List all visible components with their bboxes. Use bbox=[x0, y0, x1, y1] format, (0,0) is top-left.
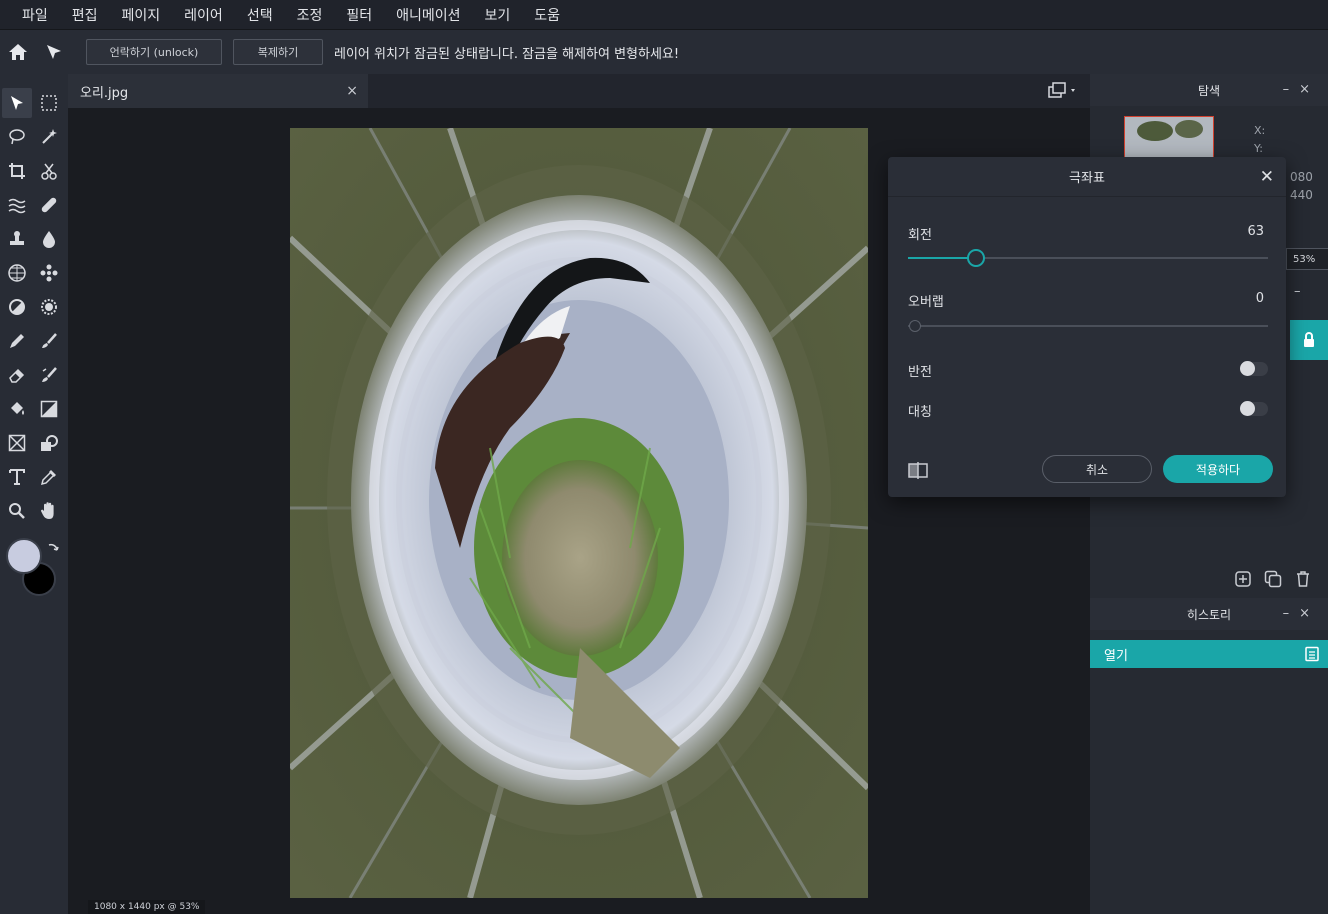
navigator-zoom-value: 53% bbox=[1293, 253, 1316, 265]
stamp-tool-icon[interactable] bbox=[2, 224, 32, 254]
options-toolbar: 언락하기 (unlock) 복제하기 레이어 위치가 잠금된 상태랍니다. 잠금… bbox=[0, 30, 1328, 74]
overlap-slider-handle[interactable] bbox=[909, 320, 921, 332]
invert-toggle[interactable] bbox=[1240, 361, 1268, 376]
invert-label: 반전 bbox=[908, 365, 932, 380]
document-tab-bar: 오리.jpg × bbox=[68, 74, 1090, 108]
dialog-close-icon[interactable]: ✕ bbox=[1260, 167, 1274, 187]
duplicate-layer-icon[interactable] bbox=[1264, 570, 1282, 592]
pencil-tool-icon[interactable] bbox=[2, 326, 32, 356]
liquify-tool-icon[interactable] bbox=[2, 190, 32, 220]
pattern-tool-icon[interactable] bbox=[2, 258, 32, 288]
blur-drop-tool-icon[interactable] bbox=[34, 224, 64, 254]
close-tab-icon[interactable]: × bbox=[346, 83, 358, 99]
sponge-tool-icon[interactable] bbox=[34, 292, 64, 322]
menu-edit[interactable]: 편집 bbox=[72, 5, 98, 25]
navigator-x-label: X: bbox=[1254, 124, 1266, 137]
layer-lock-button[interactable] bbox=[1290, 320, 1328, 360]
menu-filter[interactable]: 필터 bbox=[346, 5, 372, 25]
move-arrow-icon[interactable] bbox=[36, 30, 72, 74]
history-title: 히스토리 bbox=[1186, 607, 1232, 622]
add-layer-icon[interactable] bbox=[1234, 570, 1252, 592]
rotation-slider-fill bbox=[908, 257, 977, 259]
history-document-icon bbox=[1304, 646, 1320, 666]
document-tab[interactable]: 오리.jpg × bbox=[68, 74, 368, 108]
symmetry-toggle[interactable] bbox=[1240, 401, 1268, 416]
overlap-slider-track[interactable] bbox=[908, 325, 1268, 327]
history-item[interactable]: 열기 bbox=[1090, 640, 1328, 668]
history-panel-header: 히스토리 –× bbox=[1090, 598, 1328, 630]
apply-button[interactable]: 적용하다 bbox=[1163, 455, 1273, 483]
navigator-zoom-field[interactable]: 53% bbox=[1286, 248, 1328, 270]
menu-adjust[interactable]: 조정 bbox=[297, 5, 323, 25]
navigator-height-value: 440 bbox=[1290, 188, 1313, 202]
navigator-thumbnail[interactable] bbox=[1124, 116, 1214, 158]
unlock-button[interactable]: 언락하기 (unlock) bbox=[86, 39, 222, 65]
menu-help[interactable]: 도움 bbox=[534, 5, 560, 25]
rotation-label: 회전 bbox=[908, 228, 932, 243]
dots-tool-icon[interactable] bbox=[34, 258, 64, 288]
polar-coordinates-dialog: 극좌표 ✕ 회전 63 오버랩 0 반전 대칭 취소 적용하다 bbox=[888, 157, 1286, 497]
bandage-tool-icon[interactable] bbox=[34, 190, 64, 220]
panel-controls-icon[interactable]: –× bbox=[1283, 82, 1320, 97]
tools-panel bbox=[0, 74, 68, 914]
brush-tool-icon[interactable] bbox=[34, 326, 64, 356]
delete-layer-icon[interactable] bbox=[1294, 570, 1312, 592]
overlap-label: 오버랩 bbox=[908, 295, 944, 310]
dodge-tool-icon[interactable] bbox=[2, 292, 32, 322]
home-icon[interactable] bbox=[0, 30, 36, 74]
dialog-title: 극좌표 bbox=[888, 157, 1286, 197]
scissors-tool-icon[interactable] bbox=[34, 156, 64, 186]
shape-tool-icon[interactable] bbox=[34, 428, 64, 458]
rotation-value: 63 bbox=[1247, 224, 1264, 239]
paint-bucket-tool-icon[interactable] bbox=[2, 394, 32, 424]
duplicate-button[interactable]: 복제하기 bbox=[233, 39, 323, 65]
menu-view[interactable]: 보기 bbox=[485, 5, 511, 25]
eraser-tool-icon[interactable] bbox=[2, 360, 32, 390]
navigator-width-value: 080 bbox=[1290, 170, 1313, 184]
marquee-tool-icon[interactable] bbox=[34, 88, 64, 118]
layers-minimize-icon[interactable]: – bbox=[1294, 284, 1301, 299]
overlap-value: 0 bbox=[1255, 291, 1264, 306]
foreground-color-swatch[interactable] bbox=[6, 538, 42, 574]
crop-tool-icon[interactable] bbox=[2, 156, 32, 186]
navigator-y-label: Y: bbox=[1254, 142, 1263, 155]
history-item-label: 열기 bbox=[1104, 648, 1128, 664]
polar-effect-image[interactable] bbox=[290, 128, 868, 898]
symmetry-label: 대칭 bbox=[908, 405, 932, 420]
eyedropper-tool-icon[interactable] bbox=[34, 462, 64, 492]
magic-wand-tool-icon[interactable] bbox=[34, 122, 64, 152]
layer-actions bbox=[1234, 570, 1312, 592]
gradient-tool-icon[interactable] bbox=[34, 394, 64, 424]
menu-animation[interactable]: 애니메이션 bbox=[396, 5, 460, 25]
navigator-panel-header: 탐색 –× bbox=[1090, 74, 1328, 106]
document-status: 1080 x 1440 px @ 53% bbox=[88, 900, 206, 914]
lock-message: 레이어 위치가 잠금된 상태랍니다. 잠금을 해제하여 변형하세요! bbox=[334, 46, 680, 62]
menu-layer[interactable]: 레이어 bbox=[184, 5, 223, 25]
menu-select[interactable]: 선택 bbox=[247, 5, 273, 25]
window-arrange-icon[interactable] bbox=[1046, 82, 1080, 104]
navigator-title: 탐색 bbox=[1197, 83, 1221, 98]
rotation-slider-handle[interactable] bbox=[967, 249, 986, 267]
lasso-tool-icon[interactable] bbox=[2, 122, 32, 152]
menu-bar: 파일 편집 페이지 레이어 선택 조정 필터 애니메이션 보기 도움 bbox=[0, 0, 1328, 30]
smudge-brush-tool-icon[interactable] bbox=[34, 360, 64, 390]
zoom-tool-icon[interactable] bbox=[2, 496, 32, 526]
history-panel-controls-icon[interactable]: –× bbox=[1283, 606, 1320, 621]
document-tab-title: 오리.jpg bbox=[80, 85, 129, 101]
hand-tool-icon[interactable] bbox=[34, 496, 64, 526]
frame-tool-icon[interactable] bbox=[2, 428, 32, 458]
text-tool-icon[interactable] bbox=[2, 462, 32, 492]
menu-page[interactable]: 페이지 bbox=[122, 5, 161, 25]
move-tool-icon[interactable] bbox=[2, 88, 32, 118]
cancel-button[interactable]: 취소 bbox=[1042, 455, 1152, 483]
menu-file[interactable]: 파일 bbox=[22, 5, 48, 25]
compare-preview-icon[interactable] bbox=[908, 461, 928, 483]
swap-colors-icon[interactable] bbox=[46, 540, 60, 559]
